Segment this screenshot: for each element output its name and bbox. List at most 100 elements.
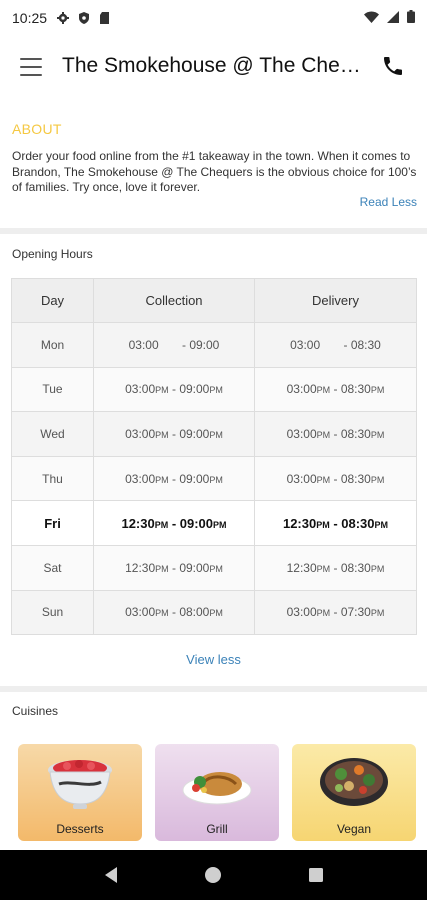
back-icon[interactable] <box>101 865 121 885</box>
status-bar: 10:25 <box>0 0 427 36</box>
meridiem-label: PM <box>316 429 331 440</box>
collection-time-cell: 03:00PM - 08:00PM <box>93 589 255 636</box>
time-text: - 09:00 <box>168 382 210 397</box>
collection-time-cell: 03:00PM - 09:00PM <box>93 366 255 413</box>
time-text: - 08:00 <box>168 605 210 620</box>
time-text: 12:30 <box>121 515 155 531</box>
sim-card-icon <box>99 12 111 24</box>
time-text: - 08:30 <box>329 515 375 531</box>
meridiem-label: PM <box>316 608 331 619</box>
system-nav-bar <box>0 850 427 900</box>
time-text: - 09:00 <box>168 426 210 441</box>
delivery-time-cell: 03:00PM - 08:30PM <box>254 366 417 413</box>
day-cell: Mon <box>11 322 94 368</box>
divider <box>0 228 427 234</box>
meridiem-label: PM <box>155 385 169 396</box>
cuisine-card-vegan[interactable]: Vegan <box>292 744 416 841</box>
recents-icon[interactable] <box>306 865 326 885</box>
home-icon[interactable] <box>203 865 223 885</box>
cuisine-card-grill[interactable]: Grill <box>155 744 279 841</box>
day-cell: Thu <box>11 455 94 502</box>
vegan-bowl-icon <box>320 758 388 806</box>
column-header-day: Day <box>11 278 94 323</box>
meridiem-label: PM <box>155 608 169 619</box>
collection-time-cell: 12:30PM - 09:00PM <box>93 544 255 591</box>
meridiem-label: PM <box>209 429 223 440</box>
meridiem-label: PM <box>154 519 169 530</box>
time-text: 03:00 <box>286 426 317 441</box>
table-row: Sun 03:00PM - 08:00PM 03:00PM - 07:30PM <box>11 589 417 636</box>
day-cell: Wed <box>11 411 94 457</box>
delivery-time-cell: 03:00PM - 08:30PM <box>254 411 417 457</box>
gear-icon <box>57 12 70 24</box>
meridiem-label: PM <box>213 519 227 530</box>
signal-icon <box>387 10 399 26</box>
collection-time-cell: 03:00 - 09:00 <box>93 322 255 368</box>
meridiem-label: PM <box>370 429 385 440</box>
time-text: 03:00 <box>125 605 156 620</box>
about-section: ABOUT Order your food online from the #1… <box>0 100 427 228</box>
meridiem-label: PM <box>155 474 169 485</box>
table-row: Wed 03:00PM - 09:00PM 03:00PM - 08:30PM <box>11 411 417 457</box>
view-less-link[interactable]: View less <box>0 652 427 667</box>
table-row: Sat 12:30PM - 09:00PM 12:30PM - 08:30PM <box>11 544 417 591</box>
delivery-time-cell: 03:00PM - 07:30PM <box>254 589 417 636</box>
day-cell: Sun <box>11 589 94 636</box>
time-text: 03:00 - 09:00 <box>128 337 220 352</box>
status-time: 10:25 <box>12 10 48 26</box>
table-row: Thu 03:00PM - 09:00PM 03:00PM - 08:30PM <box>11 455 417 502</box>
cuisine-label: Desserts <box>56 822 104 836</box>
day-cell: Tue <box>11 366 94 413</box>
time-text: - 09:00 <box>168 471 210 486</box>
battery-icon <box>407 10 415 26</box>
collection-time-cell: 03:00PM - 09:00PM <box>93 455 255 502</box>
meridiem-label: PM <box>209 608 223 619</box>
table-row: Fri 12:30PM - 09:00PM 12:30PM - 08:30PM <box>11 500 417 546</box>
meridiem-label: PM <box>370 474 385 485</box>
opening-hours-table: Day Collection Delivery Mon 03:00 - 09:00… <box>11 278 417 636</box>
meridiem-label: PM <box>316 563 331 574</box>
time-text: 03:00 <box>286 382 317 397</box>
collection-time-cell: 03:00PM - 09:00PM <box>93 411 255 457</box>
delivery-time-cell: 03:00PM - 08:30PM <box>254 455 417 502</box>
shield-icon <box>78 12 90 24</box>
time-text: 03:00 <box>286 605 317 620</box>
column-header-collection: Collection <box>93 278 255 323</box>
divider <box>0 686 427 692</box>
meridiem-label: PM <box>316 385 331 396</box>
time-text: 03:00 <box>125 426 156 441</box>
time-text: 12:30 <box>282 515 317 531</box>
time-text: 03:00 - 08:30 <box>290 337 381 352</box>
meridiem-label: PM <box>370 385 385 396</box>
delivery-time-cell: 12:30PM - 08:30PM <box>254 500 417 546</box>
about-text: Order your food online from the #1 takea… <box>12 149 417 194</box>
time-text: - 08:30 <box>330 382 371 397</box>
cuisine-label: Vegan <box>336 822 372 836</box>
time-text: - 09:00 <box>168 515 214 531</box>
day-cell: Fri <box>11 500 94 546</box>
time-text: 03:00 <box>125 382 156 397</box>
hamburger-menu-icon[interactable] <box>20 58 42 76</box>
read-less-link[interactable]: Read Less <box>360 195 417 209</box>
time-text: - 08:30 <box>330 560 371 575</box>
status-right-icons <box>364 10 415 26</box>
meridiem-label: PM <box>316 474 331 485</box>
time-text: 12:30 <box>286 560 317 575</box>
collection-time-cell: 12:30PM - 09:00PM <box>93 500 255 546</box>
meridiem-label: PM <box>155 429 169 440</box>
meridiem-label: PM <box>374 519 389 530</box>
cuisine-card-desserts[interactable]: Desserts <box>18 744 142 841</box>
time-text: 12:30 <box>125 560 156 575</box>
meridiem-label: PM <box>370 563 385 574</box>
wifi-icon <box>364 10 379 26</box>
time-text: - 08:30 <box>330 471 371 486</box>
meridiem-label: PM <box>209 474 223 485</box>
desserts-bowl-icon <box>48 760 112 809</box>
cuisine-label: Grill <box>206 822 228 836</box>
cuisines-title: Cuisines <box>12 704 59 718</box>
phone-icon[interactable] <box>381 54 405 78</box>
time-text: 03:00 <box>125 471 156 486</box>
app-bar: The Smokehouse @ The Chequers <box>0 36 427 100</box>
time-text: - 08:30 <box>330 426 371 441</box>
meridiem-label: PM <box>155 563 169 574</box>
